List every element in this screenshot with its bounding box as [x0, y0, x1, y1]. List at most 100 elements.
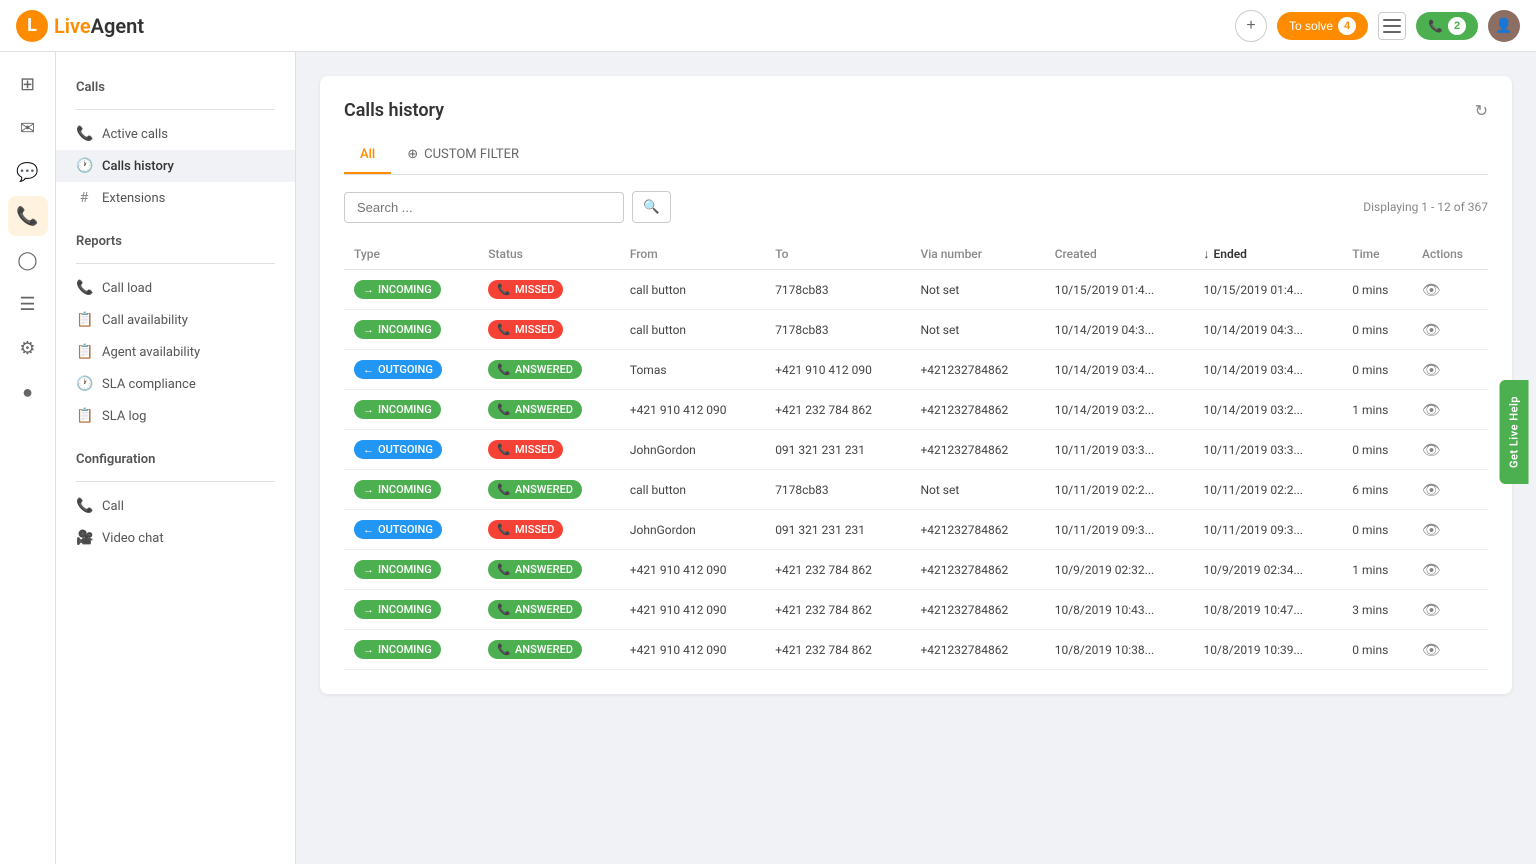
sla-log-label: SLA log	[102, 409, 146, 424]
cell-via: +421232784862	[911, 390, 1045, 430]
type-arrow: ←	[363, 523, 374, 536]
tab-custom-filter-label: CUSTOM FILTER	[424, 147, 519, 162]
view-button[interactable]: 👁	[1422, 441, 1441, 459]
reports-section-title: Reports	[56, 222, 295, 255]
sidebar-item-call-config[interactable]: 📞 Call	[56, 490, 295, 522]
cell-ended: 10/11/2019 02:2...	[1194, 470, 1343, 510]
cell-ended: 10/15/2019 01:4...	[1194, 270, 1343, 310]
calls-history-card: Calls history ↻ All ⊕ CUSTOM FILTER 🔍 Di…	[320, 76, 1512, 694]
col-from: From	[620, 239, 765, 270]
logo-icon: L	[16, 10, 48, 42]
call-load-icon: 📞	[76, 280, 92, 296]
sidebar-icon-settings[interactable]: ⚙	[8, 328, 48, 368]
table-row: → INCOMING 📞 MISSED call button 7178cb83…	[344, 310, 1488, 350]
solve-button[interactable]: To solve 4	[1277, 12, 1368, 40]
view-button[interactable]: 👁	[1422, 521, 1441, 539]
cell-status: 📞 ANSWERED	[478, 590, 620, 630]
sidebar-icon-dashboard[interactable]: ⊞	[8, 64, 48, 104]
cell-created: 10/11/2019 02:2...	[1045, 470, 1194, 510]
logo: L LiveAgent	[16, 10, 144, 42]
cell-ended: 10/14/2019 03:2...	[1194, 390, 1343, 430]
hamburger-button[interactable]	[1378, 12, 1406, 40]
cell-from: call button	[620, 310, 765, 350]
sidebar-icon-plugins[interactable]: ●	[8, 372, 48, 412]
cell-to: +421 232 784 862	[765, 630, 910, 670]
main-content: Calls history ↻ All ⊕ CUSTOM FILTER 🔍 Di…	[296, 52, 1536, 864]
type-arrow: →	[363, 323, 374, 336]
sidebar-icon-list[interactable]: ☰	[8, 284, 48, 324]
cell-ended: 10/11/2019 03:3...	[1194, 430, 1343, 470]
cell-to: +421 232 784 862	[765, 390, 910, 430]
sidebar-icon-chat[interactable]: 💬	[8, 152, 48, 192]
view-button[interactable]: 👁	[1422, 321, 1441, 339]
cell-time: 0 mins	[1342, 430, 1412, 470]
cell-actions: 👁	[1412, 350, 1488, 390]
sidebar-item-sla-log[interactable]: 📋 SLA log	[56, 400, 295, 432]
calls-history-icon: 🕐	[76, 158, 92, 174]
cell-actions: 👁	[1412, 510, 1488, 550]
sidebar-item-video-chat[interactable]: 🎥 Video chat	[56, 522, 295, 554]
tab-all-label: All	[360, 147, 375, 162]
table-header: Type Status From To Via number Created ↓…	[344, 239, 1488, 270]
view-button[interactable]: 👁	[1422, 481, 1441, 499]
sidebar-item-agent-availability[interactable]: 📋 Agent availability	[56, 336, 295, 368]
cell-type: → INCOMING	[344, 310, 478, 350]
status-badge: 📞 ANSWERED	[488, 640, 582, 659]
cell-actions: 👁	[1412, 470, 1488, 510]
sidebar-item-call-availability[interactable]: 📋 Call availability	[56, 304, 295, 336]
view-button[interactable]: 👁	[1422, 281, 1441, 299]
sidebar-item-call-load[interactable]: 📞 Call load	[56, 272, 295, 304]
cell-from: +421 910 412 090	[620, 630, 765, 670]
cell-from: +421 910 412 090	[620, 550, 765, 590]
cell-to: 091 321 231 231	[765, 430, 910, 470]
icon-sidebar: ⊞ ✉ 💬 📞 ◯ ☰ ⚙ ●	[0, 52, 56, 864]
add-button[interactable]: +	[1235, 10, 1267, 42]
cell-from: call button	[620, 470, 765, 510]
cell-via: +421232784862	[911, 630, 1045, 670]
status-icon: 📞	[497, 603, 511, 616]
col-to: To	[765, 239, 910, 270]
table-row: ← OUTGOING 📞 MISSED JohnGordon 091 321 2…	[344, 510, 1488, 550]
cell-actions: 👁	[1412, 550, 1488, 590]
sidebar-item-sla-compliance[interactable]: 🕐 SLA compliance	[56, 368, 295, 400]
view-button[interactable]: 👁	[1422, 561, 1441, 579]
sidebar-item-calls-history[interactable]: 🕐 Calls history	[56, 150, 295, 182]
agent-availability-label: Agent availability	[102, 345, 200, 360]
view-button[interactable]: 👁	[1422, 641, 1441, 659]
cell-type: → INCOMING	[344, 550, 478, 590]
cell-ended: 10/9/2019 02:34...	[1194, 550, 1343, 590]
config-divider	[76, 481, 275, 482]
table-row: → INCOMING 📞 ANSWERED +421 910 412 090 +…	[344, 550, 1488, 590]
col-type: Type	[344, 239, 478, 270]
avatar[interactable]: 👤	[1488, 10, 1520, 42]
extensions-label: Extensions	[102, 191, 165, 206]
view-button[interactable]: 👁	[1422, 401, 1441, 419]
refresh-button[interactable]: ↻	[1475, 101, 1488, 121]
sidebar-icon-analytics[interactable]: ◯	[8, 240, 48, 280]
type-arrow: →	[363, 563, 374, 576]
tab-custom-filter[interactable]: ⊕ CUSTOM FILTER	[391, 137, 535, 174]
cell-created: 10/14/2019 03:4...	[1045, 350, 1194, 390]
search-button[interactable]: 🔍	[632, 191, 671, 223]
type-arrow: ←	[363, 443, 374, 456]
cell-status: 📞 MISSED	[478, 310, 620, 350]
cell-status: 📞 ANSWERED	[478, 630, 620, 670]
main-sidebar: Calls 📞 Active calls 🕐 Calls history # E…	[56, 52, 296, 864]
view-button[interactable]: 👁	[1422, 601, 1441, 619]
call-icon: 📞	[1428, 19, 1443, 33]
status-icon: 📞	[497, 523, 511, 536]
sidebar-item-extensions[interactable]: # Extensions	[56, 182, 295, 214]
cell-time: 1 mins	[1342, 550, 1412, 590]
search-input[interactable]	[344, 192, 624, 223]
table-row: → INCOMING 📞 ANSWERED +421 910 412 090 +…	[344, 390, 1488, 430]
sidebar-icon-mail[interactable]: ✉	[8, 108, 48, 148]
view-button[interactable]: 👁	[1422, 361, 1441, 379]
sidebar-icon-calls[interactable]: 📞	[8, 196, 48, 236]
call-button[interactable]: 📞 2	[1416, 12, 1478, 40]
status-badge: 📞 ANSWERED	[488, 360, 582, 379]
call-config-icon: 📞	[76, 498, 92, 514]
cell-via: Not set	[911, 470, 1045, 510]
live-help-tab[interactable]: Get Live Help	[1500, 380, 1529, 484]
tab-all[interactable]: All	[344, 137, 391, 174]
sidebar-item-active-calls[interactable]: 📞 Active calls	[56, 118, 295, 150]
